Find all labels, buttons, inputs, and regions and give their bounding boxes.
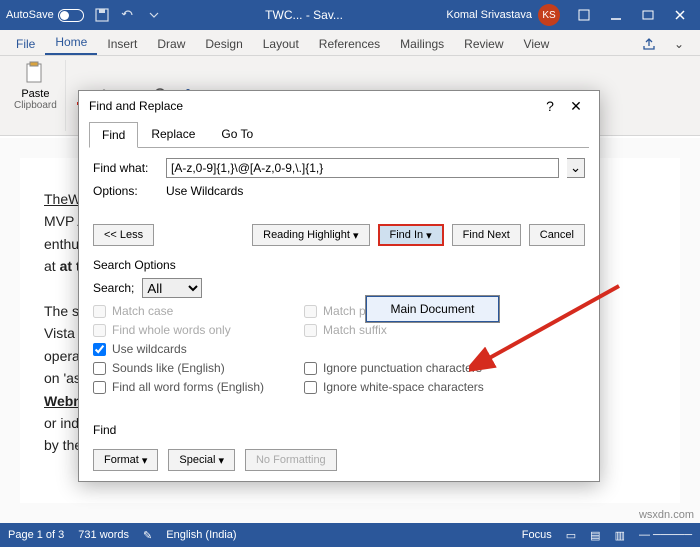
whole-words-checkbox: Find whole words only (93, 323, 264, 337)
tab-replace[interactable]: Replace (138, 121, 208, 147)
undo-icon[interactable] (120, 7, 136, 23)
tab-design[interactable]: Design (195, 33, 252, 55)
watermark: wsxdn.com (639, 509, 694, 521)
ribbon-display-icon[interactable] (570, 5, 598, 25)
tab-references[interactable]: References (309, 33, 390, 55)
ignore-punct-label: Ignore punctuation characters (323, 361, 482, 375)
search-options-heading: Search Options (93, 258, 585, 272)
less-button[interactable]: << Less (93, 224, 154, 246)
find-history-dropdown[interactable]: ⌄ (567, 158, 585, 178)
find-section-heading: Find (93, 423, 585, 437)
cancel-button[interactable]: Cancel (529, 224, 585, 246)
match-suffix-checkbox: Match suffix (304, 323, 484, 337)
proofing-icon[interactable]: ✎ (143, 529, 152, 542)
print-layout-icon[interactable]: ▤ (590, 529, 600, 542)
chevron-down-icon[interactable] (146, 7, 162, 23)
user-account[interactable]: Komal Srivastava KS (446, 4, 560, 26)
read-mode-icon[interactable]: ▭ (566, 529, 576, 542)
clipboard-group-label: Clipboard (14, 100, 57, 111)
main-document-item[interactable]: Main Document (366, 296, 499, 322)
tab-mailings[interactable]: Mailings (390, 33, 454, 55)
doc-text: by the (44, 437, 82, 453)
format-label: Format (104, 454, 139, 466)
autosave-toggle[interactable]: AutoSave (6, 9, 84, 22)
help-button[interactable]: ? (537, 98, 563, 114)
ignore-punct-checkbox[interactable]: Ignore punctuation characters (304, 361, 484, 375)
language-status[interactable]: English (India) (166, 529, 236, 541)
sounds-like-label: Sounds like (English) (112, 361, 225, 375)
close-icon[interactable] (666, 5, 694, 25)
minimize-icon[interactable] (602, 5, 630, 25)
tab-home[interactable]: Home (45, 31, 97, 55)
special-label: Special (179, 454, 215, 466)
paste-label: Paste (21, 88, 49, 100)
tab-insert[interactable]: Insert (97, 33, 147, 55)
sounds-like-checkbox[interactable]: Sounds like (English) (93, 361, 264, 375)
status-bar: Page 1 of 3 731 words ✎ English (India) … (0, 523, 700, 547)
reading-highlight-button[interactable]: Reading Highlight ▾ (252, 224, 369, 246)
whole-words-label: Find whole words only (112, 323, 231, 337)
doc-text: or indi (44, 415, 82, 431)
word-forms-label: Find all word forms (English) (112, 380, 264, 394)
find-in-button[interactable]: Find In ▾ (378, 224, 444, 246)
special-button[interactable]: Special ▾ (168, 449, 235, 471)
find-what-label: Find what: (93, 161, 158, 175)
ignore-whitespace-checkbox[interactable]: Ignore white-space characters (304, 380, 484, 394)
find-in-menu: Main Document (365, 295, 500, 323)
match-case-checkbox: Match case (93, 304, 264, 318)
dialog-titlebar[interactable]: Find and Replace ? ✕ (79, 91, 599, 121)
autosave-label: AutoSave (6, 9, 54, 21)
web-layout-icon[interactable]: ▥ (615, 529, 625, 542)
find-replace-dialog: Find and Replace ? ✕ Find Replace Go To … (78, 90, 600, 482)
close-button[interactable]: ✕ (563, 98, 589, 115)
document-title: TWC... - Sav... (162, 8, 447, 22)
chevron-down-icon: ▾ (426, 229, 432, 242)
tab-find[interactable]: Find (89, 122, 138, 148)
share-button[interactable] (634, 33, 664, 55)
ribbon-chevron-icon[interactable]: ⌄ (664, 33, 694, 55)
user-name: Komal Srivastava (446, 9, 532, 21)
search-direction-label: Search; (93, 281, 134, 295)
chevron-down-icon: ▾ (142, 454, 148, 467)
word-forms-checkbox[interactable]: Find all word forms (English) (93, 380, 264, 394)
options-label: Options: (93, 184, 158, 198)
save-icon[interactable] (94, 7, 110, 23)
avatar: KS (538, 4, 560, 26)
tab-view[interactable]: View (514, 33, 560, 55)
tab-file[interactable]: File (6, 33, 45, 55)
ribbon-tabs: File Home Insert Draw Design Layout Refe… (0, 30, 700, 56)
no-formatting-button: No Formatting (245, 449, 337, 471)
paste-icon (22, 60, 48, 86)
find-in-label: Find In (390, 229, 424, 241)
chevron-down-icon: ▾ (353, 229, 359, 242)
format-button[interactable]: Format ▾ (93, 449, 158, 471)
zoom-slider[interactable]: — ───── (639, 529, 692, 541)
reading-highlight-label: Reading Highlight (263, 229, 350, 241)
word-count[interactable]: 731 words (78, 529, 129, 541)
page-count[interactable]: Page 1 of 3 (8, 529, 64, 541)
options-value: Use Wildcards (166, 184, 243, 198)
toggle-off-icon (58, 9, 84, 22)
find-what-input[interactable] (166, 158, 559, 178)
find-next-button[interactable]: Find Next (452, 224, 521, 246)
focus-mode[interactable]: Focus (522, 529, 552, 541)
paste-button[interactable]: Paste (21, 60, 49, 100)
match-case-label: Match case (112, 304, 173, 318)
quick-access-toolbar (94, 7, 162, 23)
match-suffix-label: Match suffix (323, 323, 387, 337)
title-bar: AutoSave TWC... - Sav... Komal Srivastav… (0, 0, 700, 30)
dialog-tabs: Find Replace Go To (79, 121, 599, 147)
tab-layout[interactable]: Layout (253, 33, 309, 55)
search-direction-select[interactable]: All (142, 278, 202, 298)
use-wildcards-checkbox[interactable]: Use wildcards (93, 342, 264, 356)
dialog-title: Find and Replace (89, 99, 183, 113)
tab-draw[interactable]: Draw (147, 33, 195, 55)
maximize-icon[interactable] (634, 5, 662, 25)
chevron-down-icon: ▾ (218, 454, 224, 467)
wildcards-label: Use wildcards (112, 342, 187, 356)
tab-goto[interactable]: Go To (208, 121, 266, 147)
tab-review[interactable]: Review (454, 33, 513, 55)
ignore-whitespace-label: Ignore white-space characters (323, 380, 484, 394)
